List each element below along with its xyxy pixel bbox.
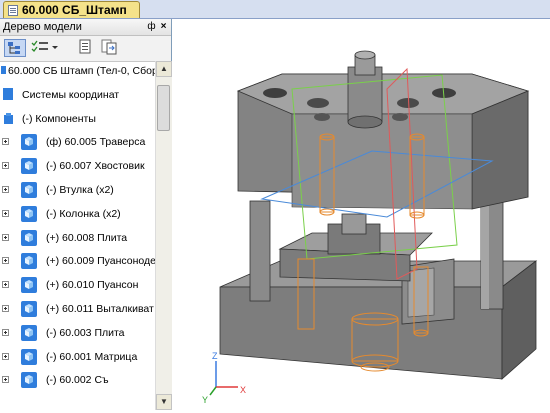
left-guide-pillar (249, 200, 271, 302)
tree-item-label: (ф) 60.005 Траверса (46, 136, 146, 149)
shank-base (347, 115, 383, 129)
tree-item-label: (-) 60.003 Плита (46, 326, 125, 339)
expand-plus-icon[interactable] (2, 209, 9, 217)
hole-5 (314, 113, 330, 121)
tree-item-label: Системы координат (22, 88, 120, 101)
properties-button[interactable] (76, 39, 96, 57)
tree-item-label: (-) 60.001 Матрица (46, 350, 138, 363)
tree-item-label: (-) 60.002 Съ (46, 374, 109, 387)
tree-item-label: (+) 60.009 Пуансоноде (46, 255, 155, 268)
hole-3 (397, 98, 419, 108)
close-icon[interactable]: × (158, 21, 169, 32)
right-block-face (407, 267, 435, 318)
coordinate-system-icon (3, 87, 13, 100)
expand-plus-icon[interactable] (2, 186, 9, 193)
expand-plus-icon[interactable] (2, 328, 9, 336)
expand-plus-icon[interactable] (2, 257, 9, 265)
part-cube-icon (21, 372, 37, 389)
tree-item-label: (-) Компоненты (22, 112, 96, 125)
expand-plus-icon[interactable] (2, 281, 9, 289)
components-folder-icon (4, 112, 13, 124)
document-tab-strip: 60.000 СБ_Штамп (0, 0, 550, 19)
pin-icon[interactable]: ф (146, 21, 157, 32)
part-cube-icon (21, 301, 37, 317)
part-cube-icon (21, 348, 37, 365)
document-tab[interactable]: 60.000 СБ_Штамп (3, 1, 140, 18)
filter-list-button[interactable] (30, 39, 60, 57)
model-tree-panel: Дерево модели ф × 60.000 СБ Штамп (Тел-0… (0, 19, 172, 410)
part-cube-icon (21, 158, 37, 175)
document-tab-title: 60.000 СБ_Штамп (22, 3, 127, 17)
rebuild-button[interactable] (100, 39, 120, 57)
expand-plus-icon[interactable] (2, 352, 9, 360)
expand-plus-icon[interactable] (2, 233, 9, 241)
tree-item-label: (-) Колонка (x2) (46, 207, 121, 220)
tree-structure-button[interactable] (4, 39, 26, 57)
assembly-3d-model[interactable]: Z X Y (172, 19, 550, 410)
scroll-down-arrow-icon[interactable]: ▼ (156, 394, 172, 410)
part-cube-icon (21, 205, 37, 222)
expand-plus-icon[interactable] (2, 162, 9, 170)
expand-plus-icon[interactable] (2, 305, 9, 312)
axis-z-label: Z (212, 351, 218, 361)
axis-triad: Z X Y (202, 351, 246, 405)
hole-6 (392, 113, 408, 121)
traverse-front (291, 113, 473, 210)
punch (341, 213, 367, 235)
tree-structure-icon (8, 42, 20, 54)
panel-header: Дерево модели ф × (0, 19, 171, 36)
part-cube-icon (21, 277, 37, 294)
tree-item-label: (+) 60.010 Пуансон (46, 279, 139, 292)
scroll-up-arrow-icon[interactable]: ▲ (156, 61, 172, 77)
hole-1 (263, 88, 287, 98)
rebuild-icon (101, 39, 117, 55)
part-cube-icon (21, 229, 37, 246)
scrollbar-thumb[interactable] (157, 85, 170, 131)
part-cube-icon (21, 182, 37, 198)
model-viewport[interactable]: Z X Y (172, 19, 550, 410)
axis-x-label: X (240, 385, 246, 395)
tree-item-label: (-) Втулка (x2) (46, 184, 114, 196)
right-pillar-highlight (481, 204, 489, 309)
tree-item-label: (+) 60.008 Плита (46, 231, 128, 244)
model-tree: 60.000 СБ Штамп (Тел-0, Сбор Системы коор… (0, 61, 155, 410)
document-icon (8, 5, 18, 16)
part-cube-icon (21, 253, 37, 270)
tree-toolbar (0, 36, 171, 62)
tree-item-label: (-) 60.007 Хвостовик (46, 160, 145, 173)
expand-plus-icon[interactable] (2, 138, 9, 146)
hole-2 (307, 98, 329, 108)
part-cube-icon (21, 134, 37, 151)
shank-top (354, 50, 376, 60)
part-cube-icon (21, 324, 37, 341)
document-properties-icon (79, 39, 91, 54)
axis-y-label: Y (202, 395, 208, 405)
tree-item-label: (+) 60.011 Выталкиват (46, 303, 154, 315)
tree-item-label: 60.000 СБ Штамп (Тел-0, Сбор (8, 65, 155, 77)
panel-title: Дерево модели (3, 21, 82, 33)
checklist-icon (31, 40, 58, 52)
tree-vertical-scrollbar[interactable]: ▲ ▼ (155, 61, 172, 410)
expand-plus-icon[interactable] (2, 376, 9, 384)
